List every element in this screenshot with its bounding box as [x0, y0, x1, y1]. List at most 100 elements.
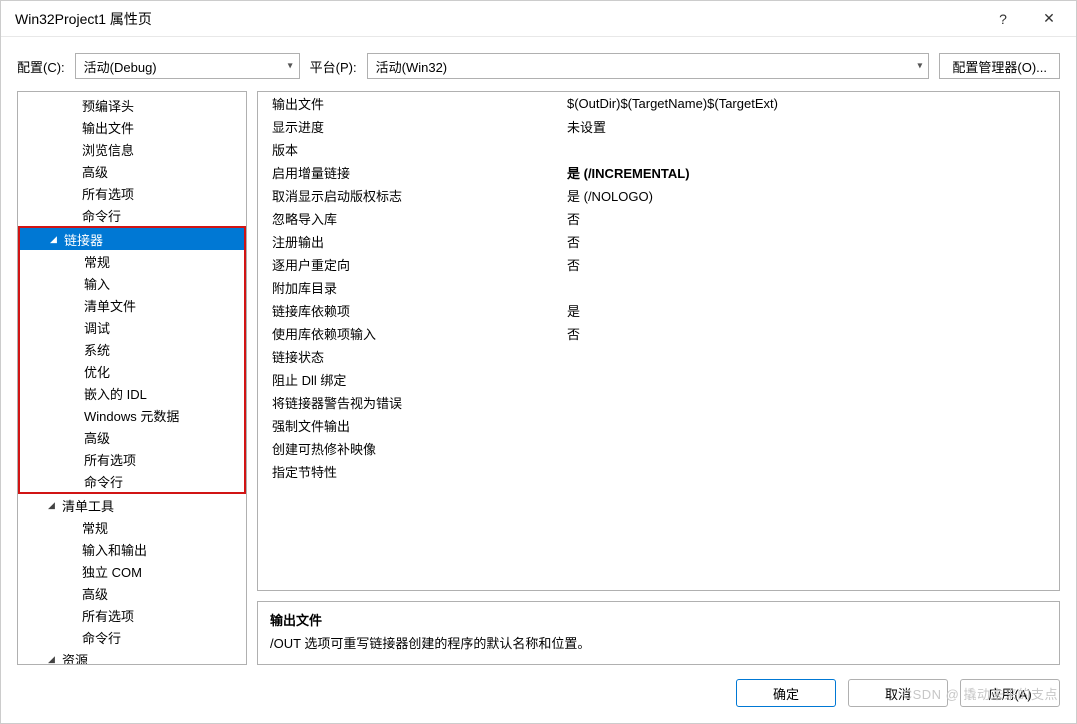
platform-value: 活动(Win32) [376, 57, 448, 76]
property-value[interactable]: $(OutDir)$(TargetName)$(TargetExt) [553, 92, 1059, 115]
tree-item[interactable]: 嵌入的 IDL [20, 382, 244, 404]
property-row[interactable]: 强制文件输出 [258, 414, 1059, 437]
property-value[interactable]: 是 (/NOLOGO) [553, 184, 1059, 207]
property-row[interactable]: 创建可热修补映像 [258, 437, 1059, 460]
property-name: 输出文件 [258, 92, 553, 115]
property-row[interactable]: 忽略导入库否 [258, 207, 1059, 230]
property-row[interactable]: 附加库目录 [258, 276, 1059, 299]
property-value[interactable] [553, 414, 1059, 437]
tree-item[interactable]: 输入 [20, 272, 244, 294]
tree-item[interactable]: 独立 COM [18, 560, 246, 582]
tree-item[interactable]: 系统 [20, 338, 244, 360]
tree-item[interactable]: 常规 [20, 250, 244, 272]
property-name: 忽略导入库 [258, 207, 553, 230]
tree-group-resource[interactable]: ◢ 资源 [18, 648, 246, 664]
tree-item-label: 所有选项 [84, 450, 136, 469]
tree-item-label: 输出文件 [82, 118, 134, 137]
property-value[interactable] [553, 437, 1059, 460]
tree-item-label: 浏览信息 [82, 140, 134, 159]
property-value[interactable]: 否 [553, 322, 1059, 345]
tree-item[interactable]: 所有选项 [18, 182, 246, 204]
chevron-down-icon: ▾ [917, 61, 922, 72]
property-row[interactable]: 链接库依赖项是 [258, 299, 1059, 322]
tree-item[interactable]: 优化 [20, 360, 244, 382]
tree-item[interactable]: 高级 [20, 426, 244, 448]
property-value[interactable]: 未设置 [553, 115, 1059, 138]
tree-item[interactable]: 命令行 [20, 470, 244, 492]
tree-item[interactable]: 输出文件 [18, 116, 246, 138]
apply-button[interactable]: 应用(A) [960, 679, 1060, 707]
tree-item[interactable]: 高级 [18, 582, 246, 604]
tree-item[interactable]: 调试 [20, 316, 244, 338]
property-row[interactable]: 逐用户重定向否 [258, 253, 1059, 276]
help-desc: /OUT 选项可重写链接器创建的程序的默认名称和位置。 [270, 633, 1047, 652]
tree-item-label: 资源 [62, 650, 88, 665]
property-row[interactable]: 版本 [258, 138, 1059, 161]
property-row[interactable]: 显示进度未设置 [258, 115, 1059, 138]
property-value[interactable]: 否 [553, 230, 1059, 253]
help-title: 输出文件 [270, 610, 1047, 629]
tree-item[interactable]: 所有选项 [20, 448, 244, 470]
property-row[interactable]: 阻止 Dll 绑定 [258, 368, 1059, 391]
property-row[interactable]: 指定节特性 [258, 460, 1059, 483]
tree-item-label: 所有选项 [82, 606, 134, 625]
cancel-button[interactable]: 取消 [848, 679, 948, 707]
property-row[interactable]: 将链接器警告视为错误 [258, 391, 1059, 414]
property-value[interactable]: 否 [553, 207, 1059, 230]
property-row[interactable]: 输出文件$(OutDir)$(TargetName)$(TargetExt) [258, 92, 1059, 115]
footer: 确定 取消 应用(A) CSDN @ 撬动未来的支点 [1, 665, 1076, 723]
tree-item-label: 输入 [84, 274, 110, 293]
property-value[interactable]: 否 [553, 253, 1059, 276]
property-name: 显示进度 [258, 115, 553, 138]
tree-item-label: 链接器 [64, 230, 103, 249]
help-panel: 输出文件 /OUT 选项可重写链接器创建的程序的默认名称和位置。 [257, 601, 1060, 665]
tree-scroll[interactable]: 预编译头输出文件浏览信息高级所有选项命令行◢链接器常规输入清单文件调试系统优化嵌… [18, 92, 246, 664]
tree-item[interactable]: 常规 [18, 516, 246, 538]
property-row[interactable]: 启用增量链接是 (/INCREMENTAL) [258, 161, 1059, 184]
tree-item-label: 所有选项 [82, 184, 134, 203]
tree-group-linker[interactable]: ◢ 链接器 [20, 228, 244, 250]
property-name: 使用库依赖项输入 [258, 322, 553, 345]
tree-group-manifest[interactable]: ◢清单工具 [18, 494, 246, 516]
body: 预编译头输出文件浏览信息高级所有选项命令行◢链接器常规输入清单文件调试系统优化嵌… [1, 91, 1076, 665]
close-icon[interactable]: ✕ [1026, 2, 1072, 36]
tree-item[interactable]: Windows 元数据 [20, 404, 244, 426]
config-combo[interactable]: 活动(Debug) ▾ [75, 53, 300, 79]
property-value[interactable]: 是 (/INCREMENTAL) [553, 161, 1059, 184]
property-value[interactable] [553, 276, 1059, 299]
chevron-down-icon: ▾ [288, 61, 293, 72]
chevron-down-icon: ◢ [48, 654, 58, 665]
ok-button[interactable]: 确定 [736, 679, 836, 707]
tree-item[interactable]: 浏览信息 [18, 138, 246, 160]
config-manager-button[interactable]: 配置管理器(O)... [939, 53, 1060, 79]
property-value[interactable] [553, 460, 1059, 483]
window-title: Win32Project1 属性页 [15, 9, 980, 29]
property-value[interactable] [553, 368, 1059, 391]
property-row[interactable]: 取消显示启动版权标志是 (/NOLOGO) [258, 184, 1059, 207]
tree-item[interactable]: 预编译头 [18, 94, 246, 116]
property-row[interactable]: 链接状态 [258, 345, 1059, 368]
tree-item-label: 命令行 [82, 628, 121, 647]
tree-item[interactable]: 输入和输出 [18, 538, 246, 560]
tree-item[interactable]: 命令行 [18, 626, 246, 648]
property-value[interactable] [553, 345, 1059, 368]
property-name: 启用增量链接 [258, 161, 553, 184]
tree-item-label: 嵌入的 IDL [84, 384, 147, 403]
tree-item-label: 命令行 [84, 472, 123, 491]
help-icon[interactable]: ? [980, 2, 1026, 36]
platform-combo[interactable]: 活动(Win32) ▾ [367, 53, 930, 79]
tree-item-label: 独立 COM [82, 562, 142, 581]
chevron-down-icon: ◢ [50, 234, 60, 245]
right-panel: 输出文件$(OutDir)$(TargetName)$(TargetExt)显示… [257, 91, 1060, 665]
tree-item[interactable]: 所有选项 [18, 604, 246, 626]
tree-item[interactable]: 高级 [18, 160, 246, 182]
property-value[interactable] [553, 391, 1059, 414]
property-row[interactable]: 使用库依赖项输入否 [258, 322, 1059, 345]
property-value[interactable]: 是 [553, 299, 1059, 322]
tree-item[interactable]: 清单文件 [20, 294, 244, 316]
tree-item[interactable]: 命令行 [18, 204, 246, 226]
property-name: 附加库目录 [258, 276, 553, 299]
property-value[interactable] [553, 138, 1059, 161]
platform-label: 平台(P): [310, 57, 357, 76]
property-row[interactable]: 注册输出否 [258, 230, 1059, 253]
